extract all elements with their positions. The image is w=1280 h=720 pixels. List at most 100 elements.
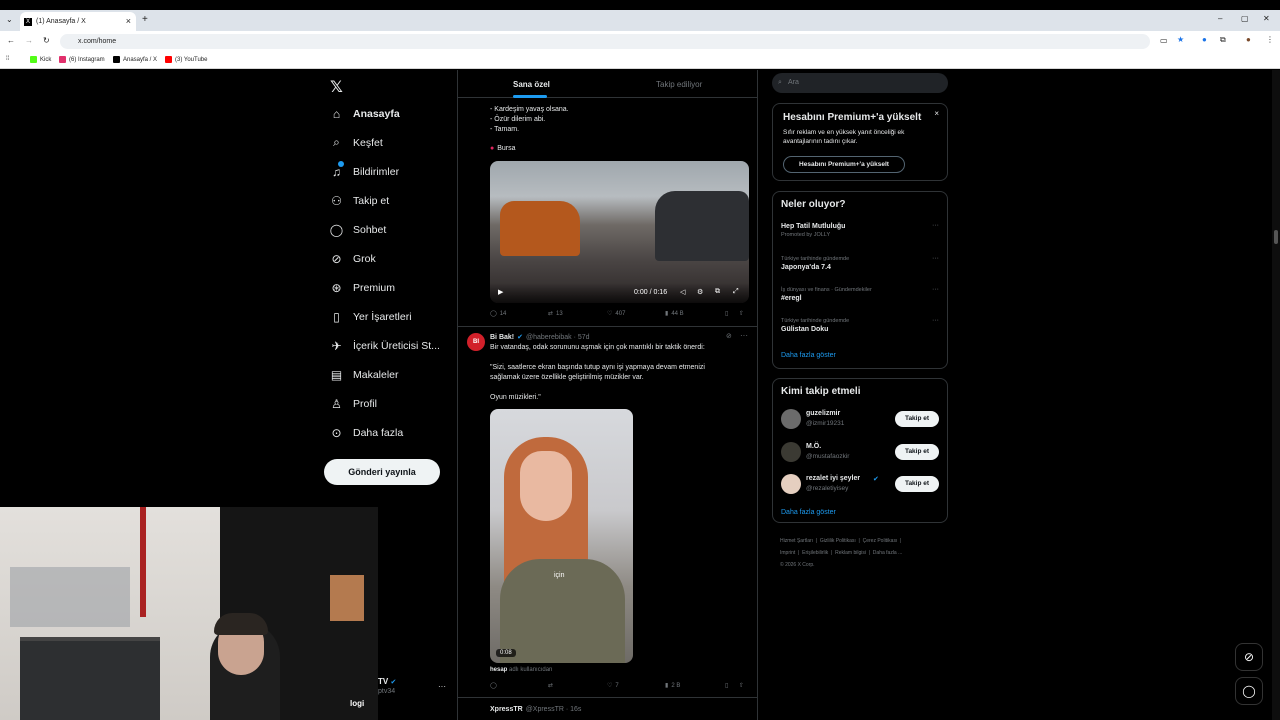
trend-more-icon[interactable]: ···	[932, 286, 939, 293]
trend-item[interactable]: Türkiye tarihinde gündemde Japonya'da 7.4	[781, 256, 849, 271]
bookmark-youtube[interactable]: (3) YouTube	[165, 56, 207, 63]
suggested-user[interactable]: rezalet iyi şeyler ✔ @rezaletiyisey Taki…	[781, 474, 941, 496]
trend-item[interactable]: Hep Tatil Mutluluğu Promoted by JOLLY	[781, 223, 845, 238]
footer-links[interactable]: Hizmet Şartları | Gizlilik Politikası | …	[780, 535, 950, 571]
nav-label: Anasayfa	[353, 107, 400, 120]
nav-bookmarks[interactable]: ▯ Yer İşaretleri	[330, 309, 411, 324]
forward-icon[interactable]: →	[25, 36, 33, 45]
extension-icon[interactable]: ●	[1202, 35, 1207, 44]
messages-fab-button[interactable]: ◯	[1235, 677, 1263, 705]
nav-follow[interactable]: ⚇ Takip et	[330, 194, 389, 208]
follow-button[interactable]: Takip et	[895, 476, 939, 492]
nav-home[interactable]: ⌂ Anasayfa	[330, 107, 400, 121]
share-button[interactable]: ⇧	[739, 310, 744, 317]
bookmark-button[interactable]: ▯	[725, 310, 728, 317]
trend-more-icon[interactable]: ···	[932, 317, 939, 324]
reload-icon[interactable]: ↻	[43, 36, 50, 45]
nav-premium[interactable]: ⊛ Premium	[330, 281, 395, 295]
bookmark-instagram[interactable]: (6) Instagram	[59, 56, 105, 63]
search-input[interactable]: ⌕ Ara	[772, 73, 948, 93]
bookmark-button[interactable]: ▯	[725, 682, 728, 689]
mute-icon[interactable]: ◁	[680, 288, 685, 296]
trend-item[interactable]: Türkiye tarihinde gündemde Gülistan Doku	[781, 318, 849, 333]
like-button[interactable]: ♡ 407	[607, 310, 625, 318]
more-options-icon[interactable]: ···	[740, 331, 748, 340]
apps-icon[interactable]: ⁞⁞	[6, 56, 9, 62]
tab-search-icon[interactable]: ⌄	[6, 15, 13, 24]
puzzle-icon[interactable]: ⧉	[1220, 35, 1226, 45]
grok-fab-button[interactable]: ⊘	[1235, 643, 1263, 671]
new-tab-icon[interactable]: +	[142, 14, 148, 25]
reply-button[interactable]: ◯ 14	[490, 310, 506, 318]
nav-profile[interactable]: ♙ Profil	[330, 397, 377, 411]
bookmark-icon: ▯	[333, 309, 340, 324]
who-to-follow-show-more[interactable]: Daha fazla göster	[781, 509, 836, 516]
like-button[interactable]: ♡ 7	[607, 682, 619, 690]
user-handle: @mustafaozkir	[806, 453, 850, 460]
suggested-user[interactable]: M.Ö. @mustafaozkir Takip et	[781, 442, 941, 464]
nav-notifications[interactable]: ♫ Bildirimler	[330, 161, 399, 179]
nav-more[interactable]: ⊙ Daha fazla	[330, 426, 404, 440]
repost-button[interactable]: ⇄	[548, 682, 556, 689]
close-icon[interactable]: ×	[934, 109, 939, 118]
star-icon[interactable]: ★	[1177, 35, 1184, 44]
nav-creator-studio[interactable]: ✈ İçerik Üreticisi St...	[330, 339, 439, 353]
share-icon: ⇧	[739, 311, 745, 317]
account-more-icon[interactable]: ···	[438, 682, 446, 691]
maximize-icon[interactable]: ▢	[1241, 14, 1249, 23]
menu-icon[interactable]: ⋮	[1266, 35, 1274, 44]
suggested-user[interactable]: guzelizmir @izmir19231 Takip et	[781, 409, 941, 431]
address-bar[interactable]: x.com/home	[60, 34, 1150, 49]
close-tab-icon[interactable]: ×	[126, 16, 131, 26]
bookmark-x[interactable]: Anasayfa / X	[113, 56, 157, 63]
trend-more-icon[interactable]: ···	[932, 255, 939, 262]
grok-icon[interactable]: ⊘	[726, 332, 732, 340]
play-icon[interactable]: ▶	[498, 288, 503, 296]
premium-button[interactable]: Hesabını Premium+'a yükselt	[783, 156, 905, 173]
views-button[interactable]: ▮ 44 B	[665, 310, 684, 318]
heart-icon: ♡	[607, 683, 613, 689]
browser-tab[interactable]: X (1) Anasayfa / X ×	[20, 12, 136, 31]
cast-icon[interactable]: ▭	[1160, 36, 1168, 45]
nav-grok[interactable]: ⊘ Grok	[330, 252, 375, 266]
settings-icon[interactable]: ⚙	[697, 288, 703, 296]
profile-avatar-icon[interactable]: ●	[1246, 35, 1251, 44]
fullscreen-icon[interactable]: ⤢	[733, 288, 739, 296]
close-window-icon[interactable]: ✕	[1263, 14, 1270, 23]
source-user[interactable]: hesap	[490, 667, 507, 673]
kick-icon	[30, 56, 37, 63]
follow-button[interactable]: Takip et	[895, 444, 939, 460]
divider	[458, 326, 757, 327]
reply-button[interactable]: ◯	[490, 682, 500, 689]
nav-explore[interactable]: ⌕ Keşfet	[330, 135, 383, 149]
x-logo-icon[interactable]: 𝕏	[330, 77, 343, 97]
bookmark-kick[interactable]: Kick	[30, 56, 51, 63]
views-button[interactable]: ▮ 2 B	[665, 682, 680, 690]
repost-button[interactable]: ⇄ 13	[548, 310, 563, 318]
nav-chat[interactable]: ◯ Sohbet	[330, 223, 387, 237]
trends-show-more[interactable]: Daha fazla göster	[781, 352, 836, 359]
page-scrollbar[interactable]	[1272, 70, 1280, 720]
video-player[interactable]: için 0:08	[490, 409, 633, 663]
author-name[interactable]: Bi Bak!	[490, 334, 514, 341]
follow-button[interactable]: Takip et	[895, 411, 939, 427]
author-handle[interactable]: @haberebibak · 57d	[526, 334, 590, 341]
tab-strip: ⌄ X (1) Anasayfa / X × + – ▢ ✕	[0, 10, 1280, 31]
video-player[interactable]: ▶ 0:00 / 0:16 ◁ ⚙ ⧉ ⤢	[490, 161, 749, 303]
scrollbar-thumb[interactable]	[1274, 230, 1278, 244]
tab-following[interactable]: Takip ediliyor	[656, 80, 702, 89]
post-button[interactable]: Gönderi yayınla	[324, 459, 440, 485]
avatar[interactable]: BI	[467, 333, 485, 351]
pip-icon[interactable]: ⧉	[715, 288, 720, 296]
nav-label: Daha fazla	[353, 426, 404, 439]
trend-more-icon[interactable]: ···	[932, 222, 939, 229]
author-name[interactable]: XpressTR	[490, 706, 523, 713]
nav-articles[interactable]: ▤ Makaleler	[330, 368, 399, 382]
account-switcher[interactable]: TV ✔ ptv34	[378, 677, 396, 695]
back-icon[interactable]: ←	[7, 36, 15, 45]
author-handle[interactable]: @XpressTR · 16s	[526, 706, 582, 713]
tab-for-you[interactable]: Sana özel	[513, 80, 550, 89]
minimize-icon[interactable]: –	[1218, 14, 1222, 23]
share-button[interactable]: ⇧	[739, 682, 744, 689]
trend-item[interactable]: İş dünyası ve finans · Gündemdekiler #ere…	[781, 287, 872, 302]
